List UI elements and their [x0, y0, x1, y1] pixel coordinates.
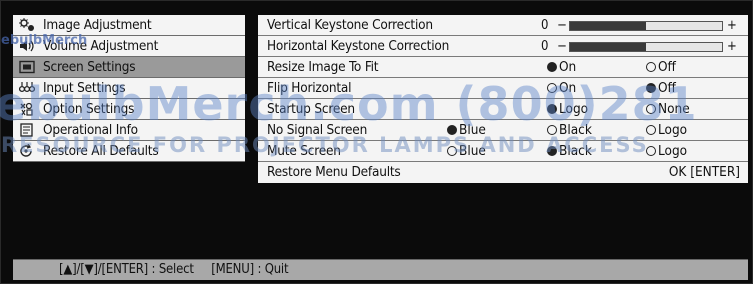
image-adjust-icon [19, 18, 35, 32]
option-label: Off [658, 80, 676, 96]
horizontal-keystone-label: Horizontal Keystone Correction [267, 38, 450, 54]
sidebar-item-label: Input Settings [43, 80, 126, 96]
radio-icon [547, 104, 557, 114]
restore-icon [19, 144, 35, 158]
resize-image-label: Resize Image To Fit [267, 59, 379, 75]
sidebar-item-option-settings[interactable]: Option Settings [13, 99, 245, 120]
sidebar-item-image-adjustment[interactable]: Image Adjustment [13, 15, 245, 36]
no-signal-screen-row[interactable]: No Signal Screen Blue Black Logo [258, 120, 748, 141]
radio-icon [646, 104, 656, 114]
startup-screen-label: Startup Screen [267, 101, 355, 117]
no-signal-screen-label: No Signal Screen [267, 122, 368, 138]
vertical-keystone-row[interactable]: Vertical Keystone Correction 0 − + [258, 15, 748, 36]
radio-icon [547, 146, 557, 156]
sidebar-item-input-settings[interactable]: Input Settings [13, 78, 245, 99]
option-label: Black [559, 143, 592, 159]
ok-enter-action[interactable]: OK [ENTER] [669, 164, 740, 180]
mute-screen-label: Mute Screen [267, 143, 341, 159]
flip-horizontal-option-off[interactable]: Off [646, 80, 676, 96]
slider-fill [570, 21, 646, 30]
mute-screen-row[interactable]: Mute Screen Blue Black Logo [258, 141, 748, 162]
projector-menu-screen: Image Adjustment Volume Adjustment Scree… [0, 0, 753, 284]
vertical-keystone-label: Vertical Keystone Correction [267, 17, 433, 33]
option-label: On [559, 59, 577, 75]
radio-icon [646, 146, 656, 156]
radio-icon [646, 83, 656, 93]
resize-image-option-on[interactable]: On [547, 59, 576, 75]
option-label: Logo [658, 143, 688, 159]
info-icon [19, 123, 35, 137]
plus-icon: + [727, 39, 737, 54]
sidebar-item-restore-all-defaults[interactable]: Restore All Defaults [13, 141, 245, 162]
sidebar-item-label: Volume Adjustment [43, 38, 159, 54]
sidebar-item-label: Screen Settings [43, 59, 136, 75]
startup-screen-row[interactable]: Startup Screen Logo None [258, 99, 748, 120]
radio-icon [646, 125, 656, 135]
option-label: Logo [559, 101, 589, 117]
screen-settings-panel: Vertical Keystone Correction 0 − + Horiz… [258, 15, 748, 183]
sidebar-item-volume-adjustment[interactable]: Volume Adjustment [13, 36, 245, 57]
flip-horizontal-label: Flip Horizontal [267, 80, 352, 96]
horizontal-keystone-row[interactable]: Horizontal Keystone Correction 0 − + [258, 36, 748, 57]
screen-icon [19, 60, 35, 74]
sidebar-item-label: Option Settings [43, 101, 135, 117]
vertical-keystone-track[interactable] [569, 20, 723, 31]
radio-icon [447, 125, 457, 135]
option-label: Blue [459, 143, 486, 159]
flip-horizontal-option-on[interactable]: On [547, 80, 576, 96]
resize-image-option-off[interactable]: Off [646, 59, 676, 75]
option-label: Black [559, 122, 592, 138]
option-label: None [658, 101, 690, 117]
option-label: On [559, 80, 577, 96]
radio-icon [547, 62, 557, 72]
input-icon [19, 81, 35, 95]
slider-fill [570, 42, 646, 51]
restore-menu-defaults-label: Restore Menu Defaults [267, 164, 401, 180]
minus-icon: − [557, 18, 567, 33]
sidebar-item-operational-info[interactable]: Operational Info [13, 120, 245, 141]
mute-option-logo[interactable]: Logo [646, 143, 687, 159]
plus-icon: + [727, 18, 737, 33]
volume-icon [19, 39, 35, 53]
mute-option-blue[interactable]: Blue [447, 143, 486, 159]
main-menu-sidebar: Image Adjustment Volume Adjustment Scree… [13, 15, 245, 162]
option-icon [19, 102, 35, 116]
restore-menu-defaults-row[interactable]: Restore Menu Defaults OK [ENTER] [258, 162, 748, 183]
sidebar-item-screen-settings[interactable]: Screen Settings [13, 57, 245, 78]
no-signal-option-black[interactable]: Black [547, 122, 592, 138]
horizontal-keystone-track[interactable] [569, 41, 723, 52]
horizontal-keystone-slider[interactable]: 0 − + [541, 39, 737, 54]
resize-image-row[interactable]: Resize Image To Fit On Off [258, 57, 748, 78]
select-hint: [▲]/[▼]/[ENTER] : Select [59, 262, 194, 277]
startup-screen-option-none[interactable]: None [646, 101, 690, 117]
sidebar-item-label: Operational Info [43, 122, 138, 138]
mute-option-black[interactable]: Black [547, 143, 592, 159]
horizontal-keystone-value: 0 [541, 39, 549, 54]
flip-horizontal-row[interactable]: Flip Horizontal On Off [258, 78, 748, 99]
no-signal-option-blue[interactable]: Blue [447, 122, 486, 138]
minus-icon: − [557, 39, 567, 54]
radio-icon [547, 125, 557, 135]
vertical-keystone-slider[interactable]: 0 − + [541, 18, 737, 33]
radio-icon [447, 146, 457, 156]
sidebar-item-label: Restore All Defaults [43, 143, 159, 159]
key-hint-bar: [▲]/[▼]/[ENTER] : Select [MENU] : Quit [13, 259, 748, 280]
quit-hint: [MENU] : Quit [211, 262, 289, 277]
startup-screen-option-logo[interactable]: Logo [547, 101, 588, 117]
option-label: Logo [658, 122, 688, 138]
option-label: Off [658, 59, 676, 75]
sidebar-item-label: Image Adjustment [43, 17, 152, 33]
radio-icon [646, 62, 656, 72]
radio-icon [547, 83, 557, 93]
option-label: Blue [459, 122, 486, 138]
no-signal-option-logo[interactable]: Logo [646, 122, 687, 138]
vertical-keystone-value: 0 [541, 18, 549, 33]
